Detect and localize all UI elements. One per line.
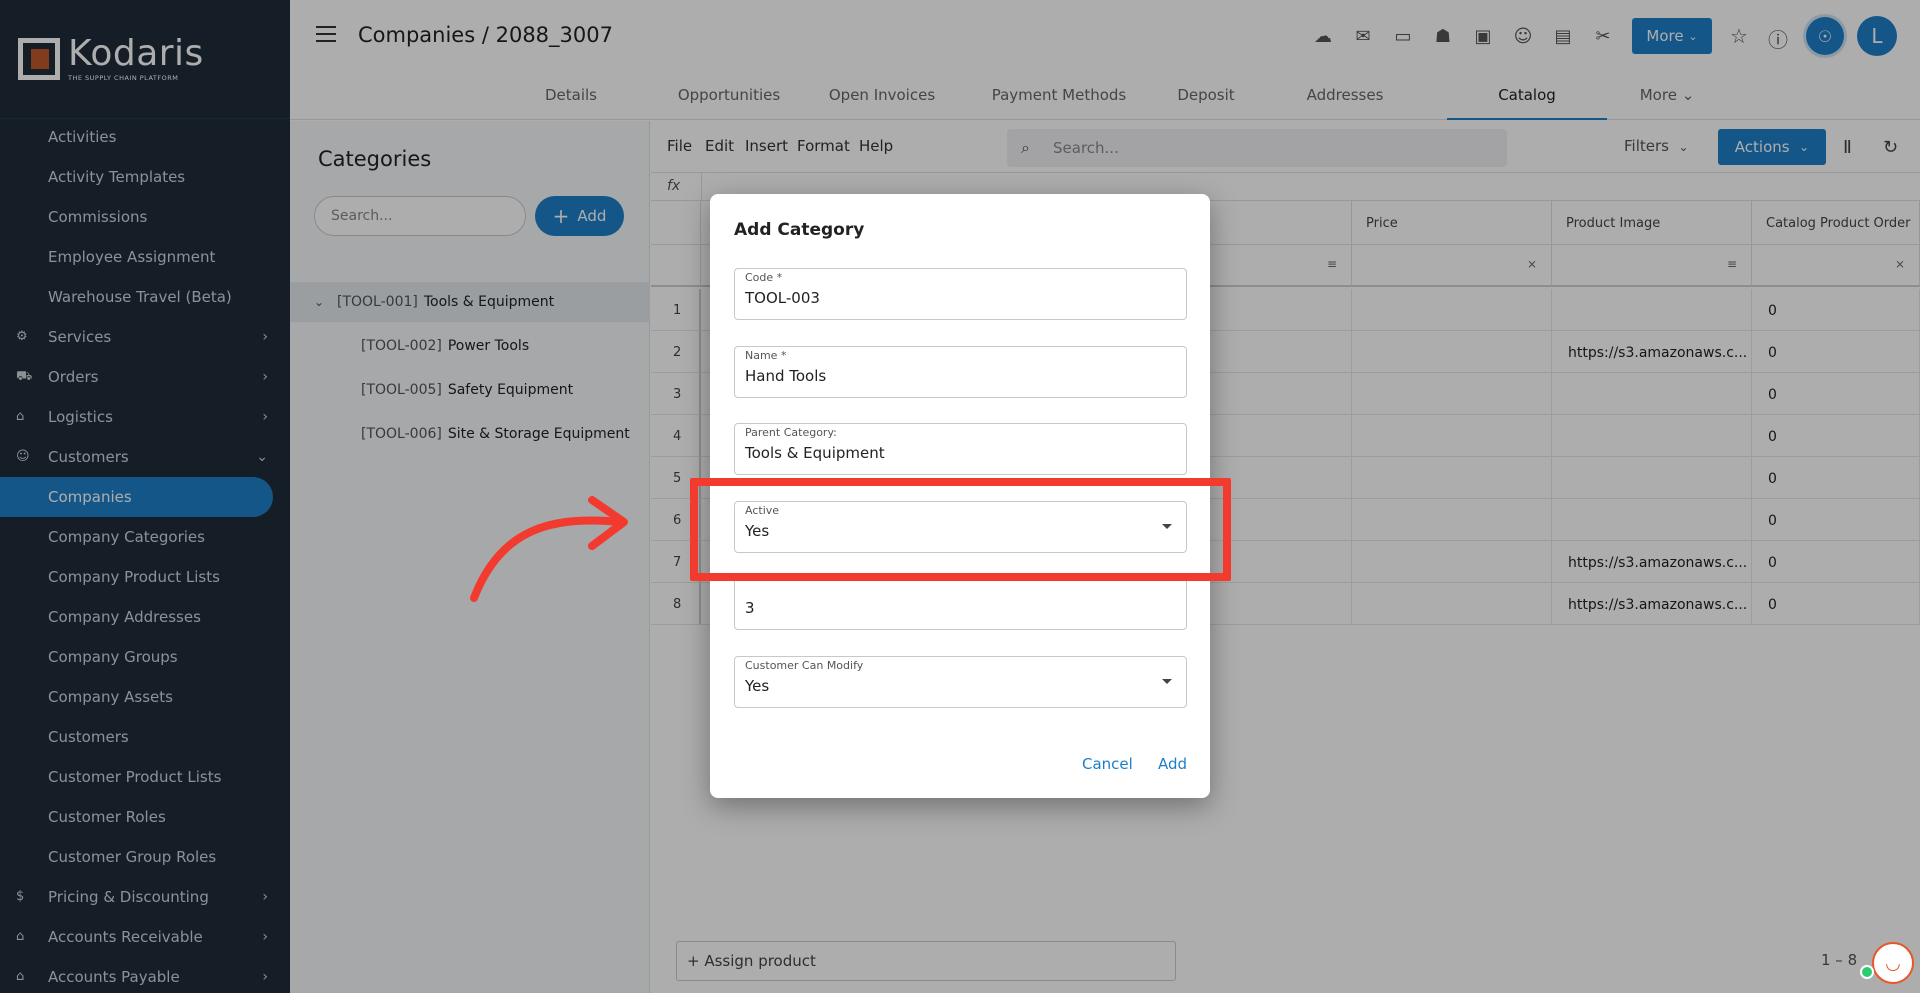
field-label: Customer Can Modify: [745, 659, 864, 672]
field-label: Code *: [745, 271, 783, 284]
field-value: 3: [745, 599, 755, 617]
field-value: Yes: [745, 677, 770, 695]
sort-order-field[interactable]: 3: [734, 578, 1187, 630]
field-value: Hand Tools: [745, 367, 827, 385]
field-label: Name *: [745, 349, 787, 362]
name-field[interactable]: Name * Hand Tools: [734, 346, 1187, 398]
cancel-button[interactable]: Cancel: [1082, 755, 1133, 773]
field-label: Parent Category:: [745, 426, 837, 439]
parent-category-field[interactable]: Parent Category: Tools & Equipment: [734, 423, 1187, 475]
customer-can-modify-select[interactable]: Customer Can Modify Yes: [734, 656, 1187, 708]
highlight-box: [690, 478, 1231, 581]
field-value: TOOL-003: [745, 289, 820, 307]
online-status-dot: [1860, 965, 1874, 979]
add-button[interactable]: Add: [1158, 755, 1187, 773]
chat-support-icon[interactable]: ◡: [1872, 942, 1914, 984]
dropdown-caret-icon: [1162, 679, 1172, 684]
field-value: Tools & Equipment: [745, 444, 885, 462]
annotation-arrow-icon: [470, 496, 628, 602]
dialog-title: Add Category: [734, 220, 865, 240]
code-field[interactable]: Code * TOOL-003: [734, 268, 1187, 320]
